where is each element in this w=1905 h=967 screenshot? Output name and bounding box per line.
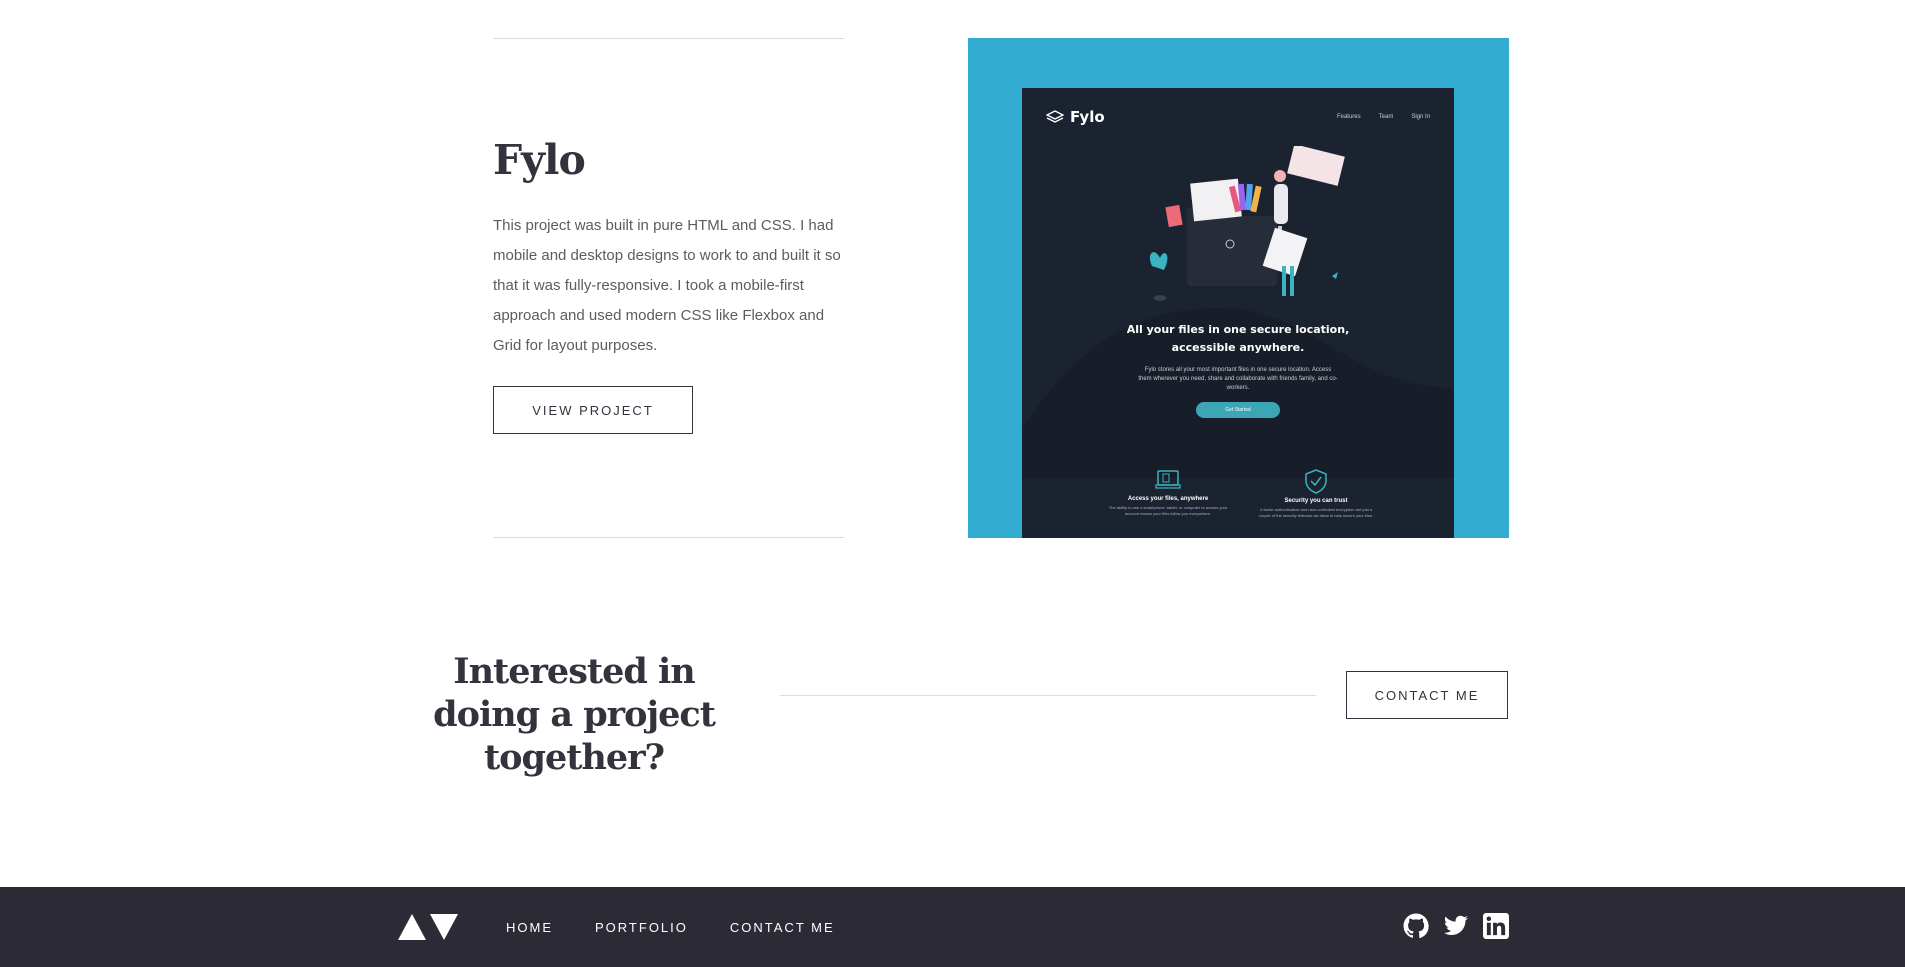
- footer-nav-home[interactable]: HOME: [506, 920, 553, 935]
- fylo-feature-access-desc: The ability to use a smartphone, tablet,…: [1108, 505, 1228, 516]
- hero-illustration: [1149, 146, 1345, 301]
- fylo-feature-security-desc: 2-factor authentication and user-control…: [1258, 507, 1374, 518]
- fylo-feature-access-title: Access your files, anywhere: [1127, 496, 1209, 502]
- fylo-get-started: Get Started: [1196, 402, 1280, 418]
- fylo-brand: Fylo: [1070, 108, 1105, 126]
- fylo-feature-access: Access your files, anywhere The ability …: [1108, 468, 1228, 517]
- cta-heading: Interested in doing a project together?: [433, 651, 716, 778]
- section-divider-top: [493, 38, 844, 39]
- fylo-nav: Features Team Sign In: [1337, 114, 1430, 120]
- fylo-hero-line1: All your files in one secure location,: [1126, 323, 1350, 336]
- fylo-nav-features: Features: [1336, 114, 1361, 120]
- fylo-hero-heading: All your files in one secure location, a…: [1022, 321, 1454, 357]
- fylo-screen: Fylo Features Team Sign In All your file…: [1022, 88, 1454, 538]
- site-logo-icon[interactable]: [398, 912, 458, 942]
- fylo-feature-security: Security you can trust 2-factor authenti…: [1256, 468, 1376, 519]
- shield-icon: [1305, 469, 1327, 494]
- layers-icon: [1046, 110, 1064, 123]
- footer-nav-portfolio[interactable]: PORTFOLIO: [595, 920, 688, 935]
- twitter-icon[interactable]: [1443, 913, 1469, 939]
- project-preview-image: Fylo Features Team Sign In All your file…: [968, 38, 1509, 538]
- fylo-hero-sub: Fylo stores all your most important file…: [1138, 367, 1338, 391]
- project-title: Fylo: [493, 136, 586, 184]
- linkedin-icon[interactable]: [1483, 913, 1509, 939]
- project-description: This project was built in pure HTML and …: [493, 217, 841, 354]
- fylo-hero-line2: accessible anywhere.: [1171, 341, 1305, 354]
- social-links: [1403, 913, 1509, 939]
- footer-nav: HOME PORTFOLIO CONTACT ME: [506, 887, 835, 967]
- devices-icon: [1155, 470, 1181, 489]
- footer: HOME PORTFOLIO CONTACT ME: [0, 887, 1905, 967]
- github-icon[interactable]: [1403, 913, 1429, 939]
- footer-nav-contact[interactable]: CONTACT ME: [730, 920, 835, 935]
- section-divider-bottom: [493, 537, 844, 538]
- contact-me-button[interactable]: CONTACT ME: [1346, 671, 1508, 719]
- cta-divider: [780, 695, 1316, 696]
- fylo-nav-team: Team: [1378, 114, 1394, 120]
- fylo-nav-signin: Sign In: [1411, 114, 1430, 120]
- fylo-logo: Fylo: [1046, 108, 1105, 126]
- fylo-feature-security-title: Security you can trust: [1284, 498, 1348, 504]
- view-project-button[interactable]: VIEW PROJECT: [493, 386, 693, 434]
